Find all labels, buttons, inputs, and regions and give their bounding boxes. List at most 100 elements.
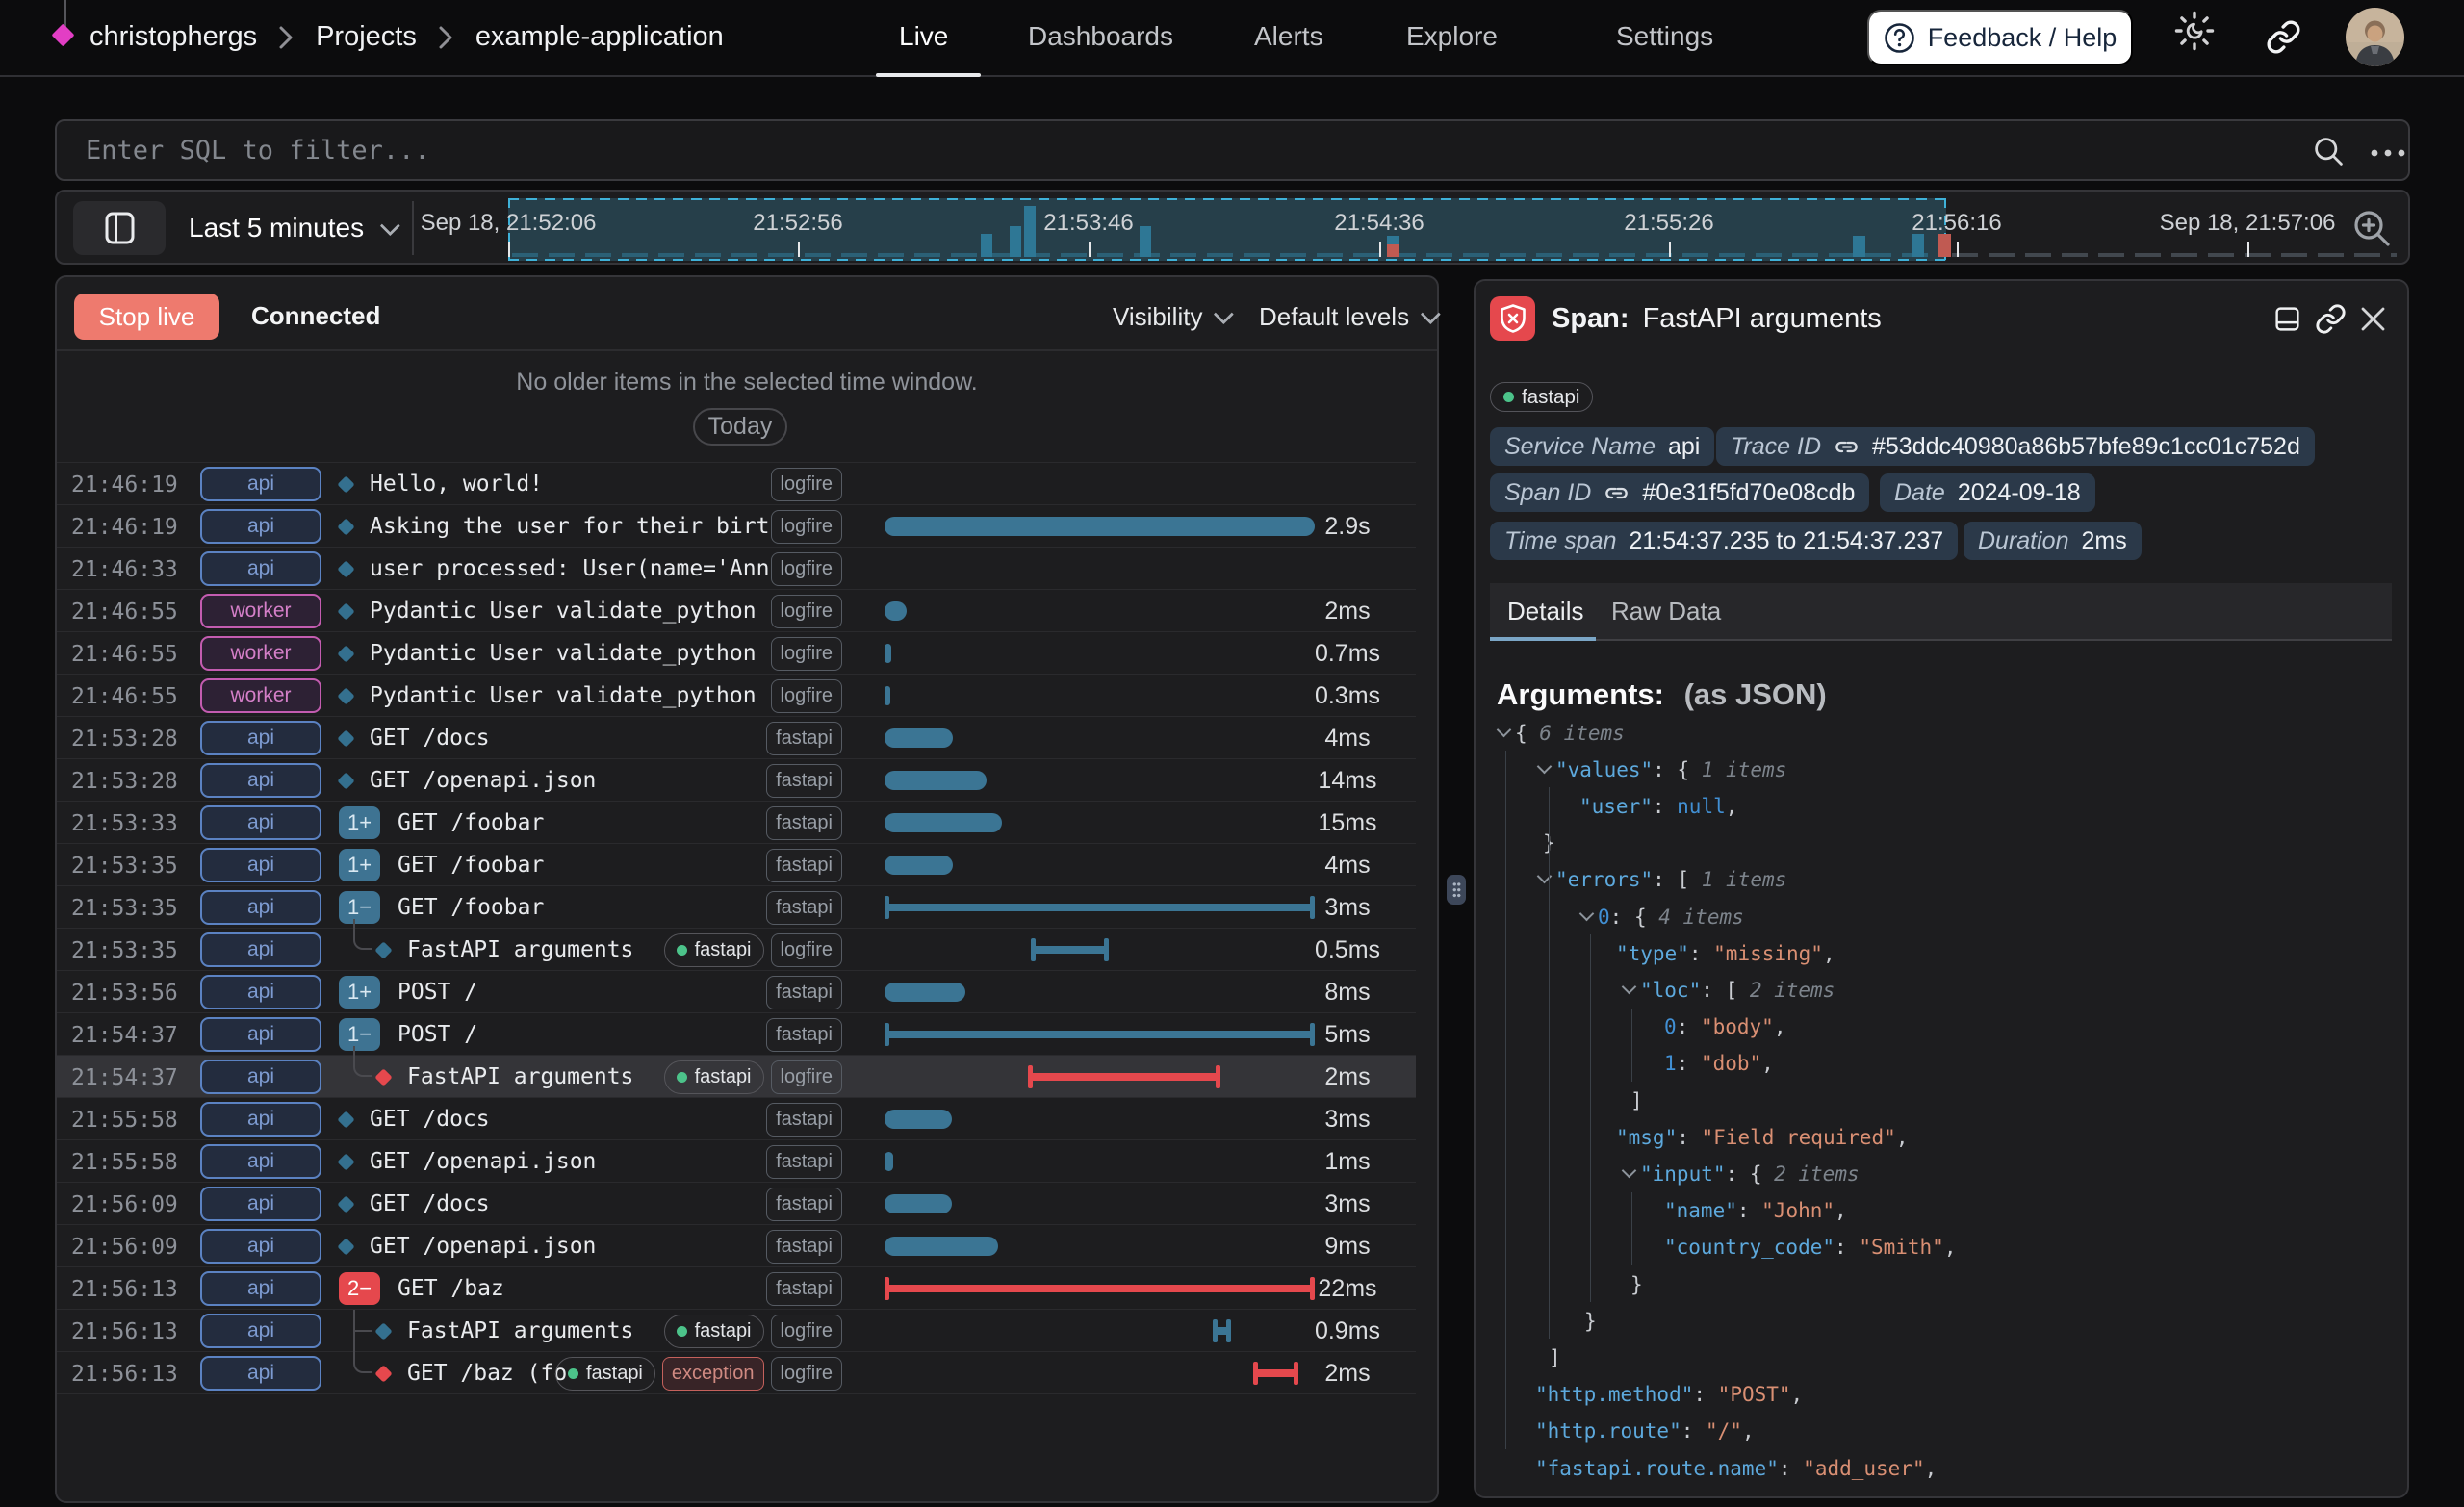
log-row[interactable]: 21:53:33api1+GET /foobarfastapi15ms bbox=[57, 801, 1416, 843]
ibeam-line bbox=[1028, 1073, 1220, 1081]
log-row[interactable]: 21:55:58apiGET /openapi.jsonfastapi1ms bbox=[57, 1139, 1416, 1182]
log-row[interactable]: 21:46:55workerPydantic User validate_pyt… bbox=[57, 674, 1416, 716]
tag-pill-api[interactable]: api bbox=[200, 1102, 321, 1137]
tag-pill-api[interactable]: api bbox=[200, 1314, 321, 1348]
link-icon[interactable] bbox=[2315, 303, 2347, 335]
children-count-chip[interactable]: 2− bbox=[339, 1272, 380, 1305]
duration-label: 4ms bbox=[1251, 725, 1444, 753]
attribute-chip[interactable]: Date2024-09-18 bbox=[1880, 473, 2095, 512]
log-row[interactable]: 21:53:28apiGET /docsfastapi4ms bbox=[57, 716, 1416, 758]
log-row[interactable]: 21:56:09apiGET /docsfastapi3ms bbox=[57, 1182, 1416, 1224]
tag-pill-api[interactable]: api bbox=[200, 467, 321, 501]
tag-pill-api[interactable]: api bbox=[200, 932, 321, 967]
attribute-chip[interactable]: Service Nameapi bbox=[1490, 427, 1714, 466]
log-row[interactable]: 21:53:56api1+POST /fastapi8ms bbox=[57, 970, 1416, 1012]
avatar[interactable] bbox=[2346, 8, 2404, 66]
log-row[interactable]: 21:53:35api1−GET /foobarfastapi3ms bbox=[57, 885, 1416, 928]
tag-pill-api[interactable]: api bbox=[200, 1229, 321, 1264]
stop-live-button[interactable]: Stop live bbox=[74, 294, 219, 340]
tab-raw-data[interactable]: Raw Data bbox=[1611, 597, 1721, 626]
tab-details[interactable]: Details bbox=[1507, 597, 1583, 626]
tag-pill-api[interactable]: api bbox=[200, 551, 321, 586]
tag-pill-api[interactable]: api bbox=[200, 509, 321, 544]
visibility-dropdown[interactable]: Visibility bbox=[1113, 302, 1228, 332]
log-row[interactable]: 21:46:33apiuser processed: User(name='An… bbox=[57, 547, 1416, 589]
json-token: : bbox=[1677, 1015, 1701, 1038]
chevron-down-icon[interactable] bbox=[1579, 906, 1595, 921]
tag-pill-api[interactable]: api bbox=[200, 805, 321, 840]
duration-bar bbox=[885, 856, 953, 875]
tag-pill-api[interactable]: api bbox=[200, 1271, 321, 1306]
tag-pill-worker[interactable]: worker bbox=[200, 678, 321, 713]
json-line: } bbox=[1630, 1265, 1643, 1303]
tag-pill-api[interactable]: api bbox=[200, 721, 321, 755]
json-token: , bbox=[1835, 1199, 1847, 1222]
children-count-chip[interactable]: 1+ bbox=[339, 976, 380, 1009]
log-row[interactable]: 21:46:19apiHello, world!logfire bbox=[57, 462, 1416, 504]
span-diamond-icon bbox=[337, 560, 354, 577]
tag-pill-api[interactable]: api bbox=[200, 1060, 321, 1094]
log-badges: fastapilogfire bbox=[664, 933, 842, 967]
span-diamond-icon bbox=[337, 645, 354, 662]
log-row[interactable]: 21:53:35api1+GET /foobarfastapi4ms bbox=[57, 843, 1416, 885]
attribute-chip[interactable]: Time span21:54:37.235 to 21:54:37.237 bbox=[1490, 522, 1958, 560]
tag-pill-api[interactable]: api bbox=[200, 763, 321, 798]
close-icon[interactable] bbox=[2360, 306, 2386, 332]
log-row[interactable]: 21:54:37apiFastAPI argumentsfastapilogfi… bbox=[57, 1055, 1416, 1097]
children-count-chip[interactable]: 1+ bbox=[339, 849, 380, 881]
json-token: 1 items bbox=[1702, 868, 1787, 891]
log-row[interactable]: 21:53:28apiGET /openapi.jsonfastapi14ms bbox=[57, 758, 1416, 801]
fastapi-badge: fastapi bbox=[664, 1060, 764, 1094]
tag-pill-worker[interactable]: worker bbox=[200, 594, 321, 628]
theme-toggle-icon[interactable] bbox=[2172, 9, 2217, 53]
log-row[interactable]: 21:54:37api1−POST /fastapi5ms bbox=[57, 1012, 1416, 1055]
chevron-down-icon[interactable] bbox=[1497, 722, 1512, 737]
tag-pill-worker[interactable]: worker bbox=[200, 636, 321, 671]
tag-pill-api[interactable]: api bbox=[200, 975, 321, 1009]
duration-bar-zone bbox=[885, 759, 1315, 802]
chevron-down-icon[interactable] bbox=[1622, 1163, 1637, 1179]
tag-pill-api[interactable]: api bbox=[200, 1187, 321, 1221]
log-row[interactable]: 21:56:13api2−GET /bazfastapi22ms bbox=[57, 1266, 1416, 1309]
sql-filter-bar[interactable]: Enter SQL to filter... bbox=[55, 119, 2410, 181]
panel-resize-handle[interactable] bbox=[1447, 875, 1466, 905]
zoom-in-icon[interactable] bbox=[2350, 207, 2395, 251]
log-row[interactable]: 21:46:55workerPydantic User validate_pyt… bbox=[57, 589, 1416, 631]
tag-pill-api[interactable]: api bbox=[200, 890, 321, 925]
attribute-label: Trace ID bbox=[1731, 433, 1821, 461]
tag-pill-api[interactable]: api bbox=[200, 1144, 321, 1179]
log-row[interactable]: 21:46:19apiAsking the user for their bir… bbox=[57, 504, 1416, 547]
json-token: [ bbox=[1726, 979, 1750, 1002]
json-line: 0: { 4 items bbox=[1583, 898, 1744, 935]
fastapi-badge: fastapi bbox=[766, 806, 842, 840]
share-link-icon[interactable] bbox=[2266, 19, 2301, 55]
log-time: 21:54:37 bbox=[71, 1023, 178, 1048]
log-row[interactable]: 21:56:13apiGET /baz (fofastapiexceptionl… bbox=[57, 1351, 1416, 1393]
today-button[interactable]: Today bbox=[693, 408, 787, 446]
log-row[interactable]: 21:55:58apiGET /docsfastapi3ms bbox=[57, 1097, 1416, 1139]
chevron-down-icon[interactable] bbox=[1622, 980, 1637, 995]
feedback-help-button[interactable]: Feedback / Help bbox=[1867, 10, 2133, 65]
fastapi-badge: fastapi bbox=[766, 1230, 842, 1264]
log-row[interactable]: 21:46:55workerPydantic User validate_pyt… bbox=[57, 631, 1416, 674]
tree-connector-branch bbox=[355, 1330, 372, 1332]
log-row[interactable]: 21:53:35apiFastAPI argumentsfastapilogfi… bbox=[57, 928, 1416, 970]
search-icon[interactable] bbox=[2312, 135, 2346, 168]
json-token: "values" bbox=[1555, 758, 1653, 781]
tag-pill-api[interactable]: api bbox=[200, 848, 321, 882]
duration-bar bbox=[885, 728, 953, 748]
log-row[interactable]: 21:56:09apiGET /openapi.jsonfastapi9ms bbox=[57, 1224, 1416, 1266]
tag-pill-api[interactable]: api bbox=[200, 1017, 321, 1052]
attribute-chip[interactable]: Duration2ms bbox=[1964, 522, 2142, 560]
chevron-down-icon[interactable] bbox=[1537, 758, 1553, 774]
log-row[interactable]: 21:56:13apiFastAPI argumentsfastapilogfi… bbox=[57, 1309, 1416, 1351]
selection-window[interactable] bbox=[508, 198, 1946, 261]
tag-pill-api[interactable]: api bbox=[200, 1356, 321, 1391]
attribute-chip[interactable]: Span ID#0e31f5fd70e08cdb bbox=[1490, 473, 1869, 512]
children-count-chip[interactable]: 1+ bbox=[339, 806, 380, 839]
attribute-chip[interactable]: Trace ID#53ddc40980a86b57bfe89c1cc01c752… bbox=[1716, 427, 2315, 466]
panel-bottom-icon[interactable] bbox=[2273, 305, 2301, 333]
timeline-axis[interactable]: Sep 18, 21:52:0621:52:5621:53:4621:54:36… bbox=[57, 192, 2408, 263]
more-dots-icon[interactable] bbox=[2367, 135, 2409, 171]
default-levels-dropdown[interactable]: Default levels bbox=[1259, 302, 1435, 332]
